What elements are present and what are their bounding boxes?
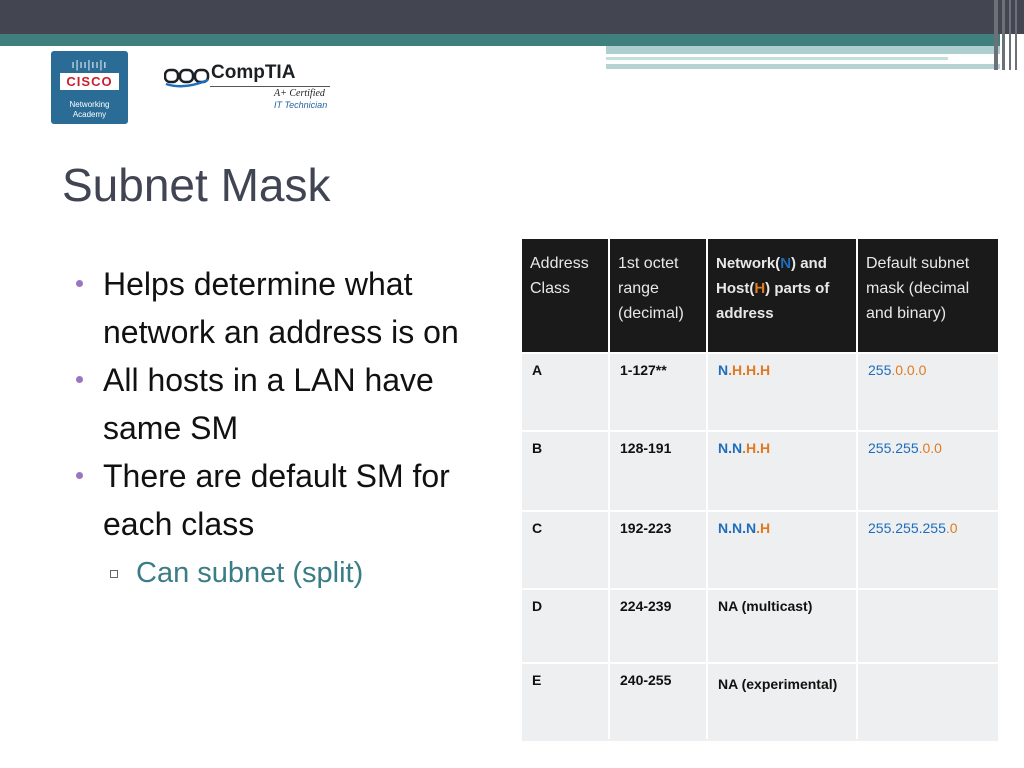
accent-stripe xyxy=(606,46,1000,54)
bullet-list: Helps determine what network an address … xyxy=(76,260,506,598)
cell-mask: 255.255.0.0 xyxy=(868,440,942,456)
cell-range: 240-255 xyxy=(620,672,672,688)
bullet-dot-icon xyxy=(76,472,83,479)
bullet-dot-icon xyxy=(76,280,83,287)
column-divider xyxy=(706,352,708,739)
table-row: C 192-223 N.N.N.H 255.255.255.0 xyxy=(522,510,998,590)
bullet-item: There are default SM for each class xyxy=(76,452,506,548)
comptia-divider xyxy=(210,86,330,87)
corner-bars xyxy=(990,0,1024,70)
accent-stripe-lower xyxy=(606,64,1000,69)
comptia-rings-icon xyxy=(164,68,210,88)
comptia-certified-label: A+ Certified xyxy=(274,88,325,99)
cell-range: 224-239 xyxy=(620,598,672,614)
cisco-bars-icon: ı|ıı|ıı|ı xyxy=(71,59,108,71)
sub-bullet-text: Can subnet (split) xyxy=(136,557,364,589)
top-banner xyxy=(0,0,1024,34)
accent-stripe-thin xyxy=(606,57,948,60)
address-class-table: Address Class 1st octet range (decimal) … xyxy=(522,239,998,741)
cell-class: E xyxy=(532,672,542,688)
cell-range: 128-191 xyxy=(620,440,672,456)
bullet-text: Helps determine what network an address … xyxy=(103,266,459,350)
cell-parts: N.H.H.H xyxy=(718,362,771,378)
cisco-subtitle-line1: Networking xyxy=(69,100,110,109)
column-divider xyxy=(608,352,610,739)
table-row: A 1-127** N.H.H.H 255.0.0.0 xyxy=(522,352,998,432)
header-network-host: Network(N) and Host(H) parts of address xyxy=(708,239,856,352)
cell-class: D xyxy=(532,598,543,614)
table-row: E 240-255 NA (experimental) xyxy=(522,662,998,741)
cell-parts: N.N.N.H xyxy=(718,520,771,536)
cell-parts: N.N.H.H xyxy=(718,440,771,456)
bullet-text: All hosts in a LAN have same SM xyxy=(103,362,434,446)
cell-mask: 255.255.255.0 xyxy=(868,520,958,536)
cell-range: 192-223 xyxy=(620,520,672,536)
table-row: B 128-191 N.N.H.H 255.255.0.0 xyxy=(522,430,998,512)
cisco-networking-academy-logo: ı|ıı|ıı|ı CISCO Networking Academy xyxy=(51,51,128,124)
square-bullet-icon xyxy=(110,570,118,578)
cisco-wordmark: CISCO xyxy=(60,73,119,90)
comptia-tech-label: IT Technician xyxy=(274,100,328,110)
bullet-item: All hosts in a LAN have same SM xyxy=(76,356,506,452)
bullet-dot-icon xyxy=(76,376,83,383)
cell-mask: 255.0.0.0 xyxy=(868,362,927,378)
cell-class: C xyxy=(532,520,543,536)
header-default-mask: Default subnet mask (decimal and binary) xyxy=(858,239,998,352)
cell-range: 1-127** xyxy=(620,362,667,378)
table-row: D 224-239 NA (multicast) xyxy=(522,588,998,664)
cisco-subtitle-line2: Academy xyxy=(72,110,107,119)
comptia-wordmark: CompTIA xyxy=(211,62,296,83)
cell-class: B xyxy=(532,440,543,456)
header-address-class: Address Class xyxy=(522,239,608,352)
bullet-text: There are default SM for each class xyxy=(103,458,450,542)
cell-parts: NA (multicast) xyxy=(718,598,813,614)
cell-class: A xyxy=(532,362,543,378)
teal-stripe xyxy=(0,34,1000,46)
sub-bullet-item: Can subnet (split) xyxy=(76,548,506,598)
cell-parts: NA (experimental) xyxy=(718,676,838,692)
column-divider xyxy=(856,352,858,739)
bullet-item: Helps determine what network an address … xyxy=(76,260,506,356)
header-octet-range: 1st octet range (decimal) xyxy=(610,239,706,352)
slide-title: Subnet Mask xyxy=(62,159,331,211)
comptia-logo: CompTIA A+ Certified IT Technician xyxy=(164,62,334,112)
